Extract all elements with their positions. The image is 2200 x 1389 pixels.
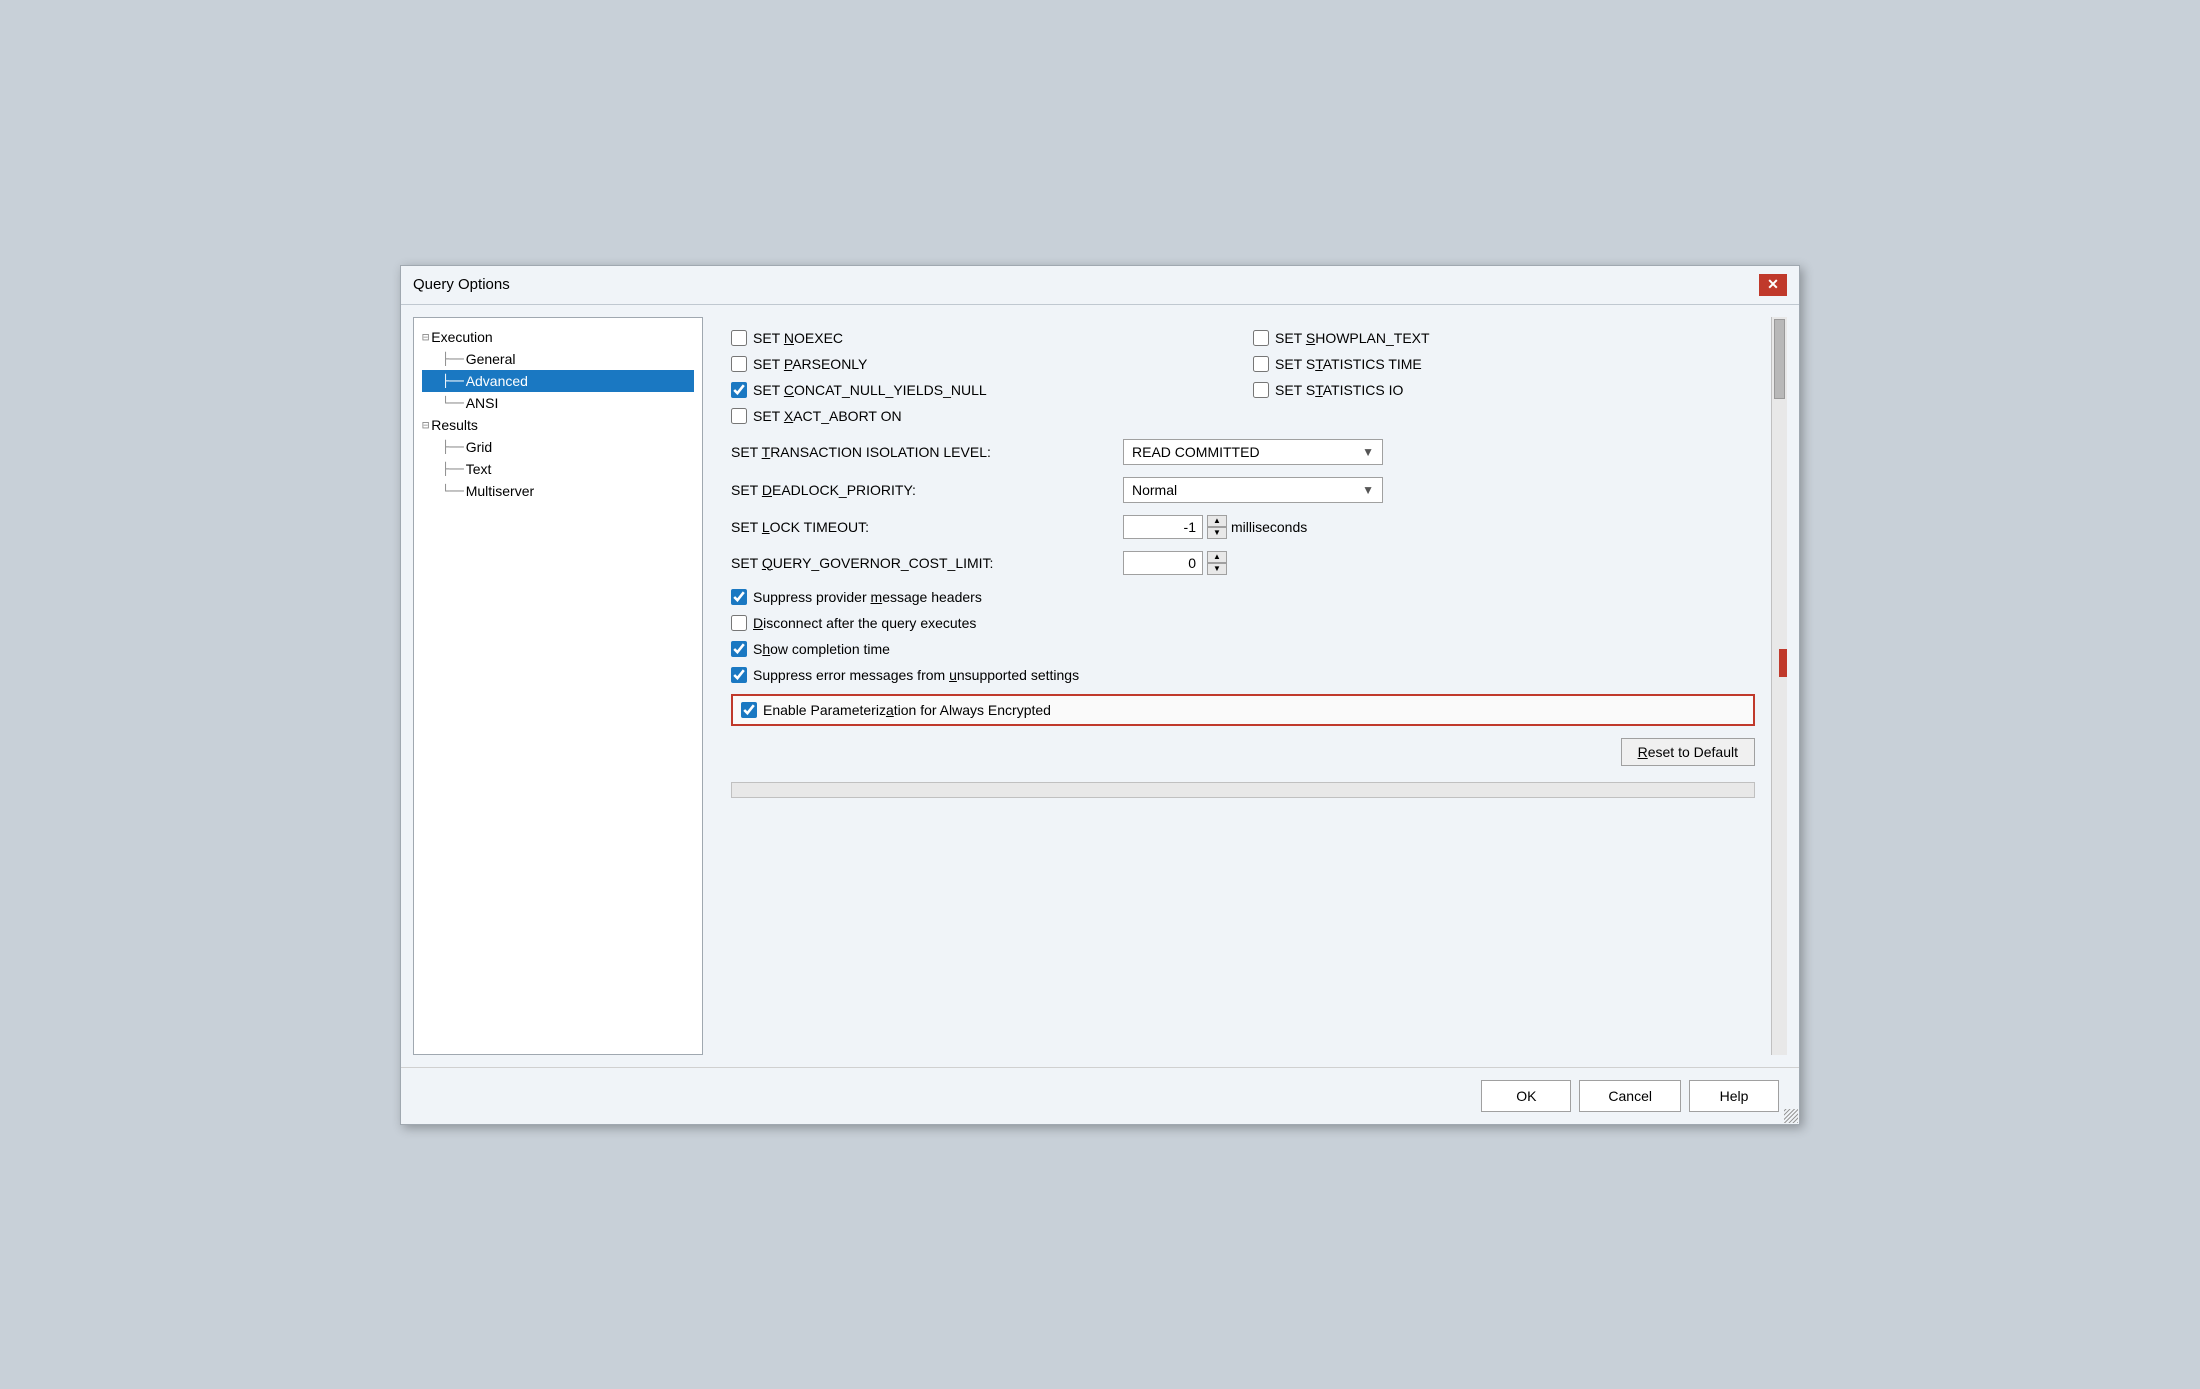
checkbox-show-completion[interactable]: Show completion time bbox=[731, 641, 890, 657]
dialog-title: Query Options bbox=[413, 276, 510, 293]
lock-timeout-unit: milliseconds bbox=[1231, 519, 1307, 535]
tree-item-results[interactable]: ⊟ Results bbox=[422, 414, 694, 436]
tree-label-results: Results bbox=[431, 417, 478, 433]
query-governor-row: SET QUERY_GOVERNOR_COST_LIMIT: ▲ ▼ bbox=[731, 545, 1755, 581]
tree-label-multiserver: Multiserver bbox=[466, 483, 534, 499]
transaction-isolation-row: SET TRANSACTION ISOLATION LEVEL: READ CO… bbox=[731, 433, 1755, 471]
query-governor-increment[interactable]: ▲ bbox=[1207, 551, 1227, 563]
vertical-scrollbar[interactable] bbox=[1771, 317, 1787, 1055]
transaction-isolation-label: SET TRANSACTION ISOLATION LEVEL: bbox=[731, 444, 1111, 460]
checkbox-parseonly[interactable]: SET PARSEONLY bbox=[731, 356, 867, 372]
tree-item-text[interactable]: ├── Text bbox=[422, 458, 694, 480]
close-button[interactable]: ✕ bbox=[1759, 274, 1787, 296]
tree-connector-advanced: ├── bbox=[442, 374, 464, 388]
reset-to-default-button[interactable]: Reset to Default bbox=[1621, 738, 1755, 766]
content-panel: SET NOEXEC SET PARSEONLY bbox=[715, 317, 1787, 1055]
checkbox-enable-parameterization[interactable] bbox=[741, 702, 757, 718]
lock-timeout-decrement[interactable]: ▼ bbox=[1207, 527, 1227, 539]
scrollbar-thumb[interactable] bbox=[1774, 319, 1785, 399]
tree-panel: ⊟ Execution├── General├── Advanced└── AN… bbox=[413, 317, 703, 1055]
lock-timeout-spinner: ▲ ▼ milliseconds bbox=[1123, 515, 1307, 539]
tree-item-grid[interactable]: ├── Grid bbox=[422, 436, 694, 458]
tree-connector-multiserver: └── bbox=[442, 484, 464, 498]
lock-timeout-label: SET LOCK TIMEOUT: bbox=[731, 519, 1111, 535]
tree-label-advanced: Advanced bbox=[466, 373, 528, 389]
dialog-footer: OK Cancel Help bbox=[401, 1067, 1799, 1124]
ok-button[interactable]: OK bbox=[1481, 1080, 1571, 1112]
tree-item-ansi[interactable]: └── ANSI bbox=[422, 392, 694, 414]
reset-button-label: Reset to Default bbox=[1638, 744, 1738, 760]
query-governor-decrement[interactable]: ▼ bbox=[1207, 563, 1227, 575]
checkbox-concat-null[interactable]: SET CONCAT_NULL_YIELDS_NULL bbox=[731, 382, 987, 398]
horizontal-scrollbar[interactable] bbox=[731, 782, 1755, 798]
checkbox-showplan[interactable]: SET SHOWPLAN_TEXT bbox=[1253, 330, 1430, 346]
query-governor-label: SET QUERY_GOVERNOR_COST_LIMIT: bbox=[731, 555, 1111, 571]
query-governor-spinner-buttons: ▲ ▼ bbox=[1207, 551, 1227, 575]
tree-label-text: Text bbox=[466, 461, 492, 477]
checkbox-statistics-time[interactable]: SET STATISTICS TIME bbox=[1253, 356, 1422, 372]
checkbox-statistics-io[interactable]: SET STATISTICS IO bbox=[1253, 382, 1403, 398]
checkbox-suppress-msg[interactable]: Suppress provider message headers bbox=[731, 589, 982, 605]
checkbox-xact-abort[interactable]: SET XACT_ABORT ON bbox=[731, 408, 902, 424]
tree-label-ansi: ANSI bbox=[466, 395, 499, 411]
help-button[interactable]: Help bbox=[1689, 1080, 1779, 1112]
tree-connector-execution: ⊟ bbox=[422, 330, 429, 344]
tree-label-grid: Grid bbox=[466, 439, 492, 455]
tree-item-multiserver[interactable]: └── Multiserver bbox=[422, 480, 694, 502]
tree-connector-results: ⊟ bbox=[422, 418, 429, 432]
lock-timeout-input[interactable] bbox=[1123, 515, 1203, 539]
enable-parameterization-label: Enable Parameterization for Always Encry… bbox=[763, 702, 1051, 718]
lock-timeout-row: SET LOCK TIMEOUT: ▲ ▼ milliseconds bbox=[731, 509, 1755, 545]
tree-connector-grid: ├── bbox=[442, 440, 464, 454]
transaction-isolation-value: READ COMMITTED bbox=[1132, 444, 1260, 460]
tree-connector-text: ├── bbox=[442, 462, 464, 476]
checkbox-noexec[interactable]: SET NOEXEC bbox=[731, 330, 843, 346]
deadlock-priority-row: SET DEADLOCK_PRIORITY: Normal ▼ bbox=[731, 471, 1755, 509]
tree-connector-ansi: └── bbox=[442, 396, 464, 410]
tree-item-general[interactable]: ├── General bbox=[422, 348, 694, 370]
deadlock-priority-label: SET DEADLOCK_PRIORITY: bbox=[731, 482, 1111, 498]
chevron-down-icon: ▼ bbox=[1362, 445, 1374, 459]
transaction-isolation-select[interactable]: READ COMMITTED ▼ bbox=[1123, 439, 1383, 465]
enable-parameterization-row: Enable Parameterization for Always Encry… bbox=[731, 694, 1755, 726]
checkbox-disconnect[interactable]: Disconnect after the query executes bbox=[731, 615, 976, 631]
tree-label-execution: Execution bbox=[431, 329, 492, 345]
query-governor-input[interactable] bbox=[1123, 551, 1203, 575]
tree-label-general: General bbox=[466, 351, 516, 367]
deadlock-priority-select[interactable]: Normal ▼ bbox=[1123, 477, 1383, 503]
scroll-content: SET NOEXEC SET PARSEONLY bbox=[715, 317, 1771, 1055]
scrollbar-red-marker bbox=[1779, 649, 1787, 677]
lock-timeout-spinner-buttons: ▲ ▼ bbox=[1207, 515, 1227, 539]
chevron-down-icon: ▼ bbox=[1362, 483, 1374, 497]
deadlock-priority-value: Normal bbox=[1132, 482, 1177, 498]
cancel-button[interactable]: Cancel bbox=[1579, 1080, 1681, 1112]
query-governor-spinner: ▲ ▼ bbox=[1123, 551, 1227, 575]
tree-item-advanced[interactable]: ├── Advanced bbox=[422, 370, 694, 392]
tree-connector-general: ├── bbox=[442, 352, 464, 366]
lock-timeout-increment[interactable]: ▲ bbox=[1207, 515, 1227, 527]
resize-handle[interactable] bbox=[1784, 1109, 1798, 1123]
checkbox-suppress-errors[interactable]: Suppress error messages from unsupported… bbox=[731, 667, 1079, 683]
tree-item-execution[interactable]: ⊟ Execution bbox=[422, 326, 694, 348]
